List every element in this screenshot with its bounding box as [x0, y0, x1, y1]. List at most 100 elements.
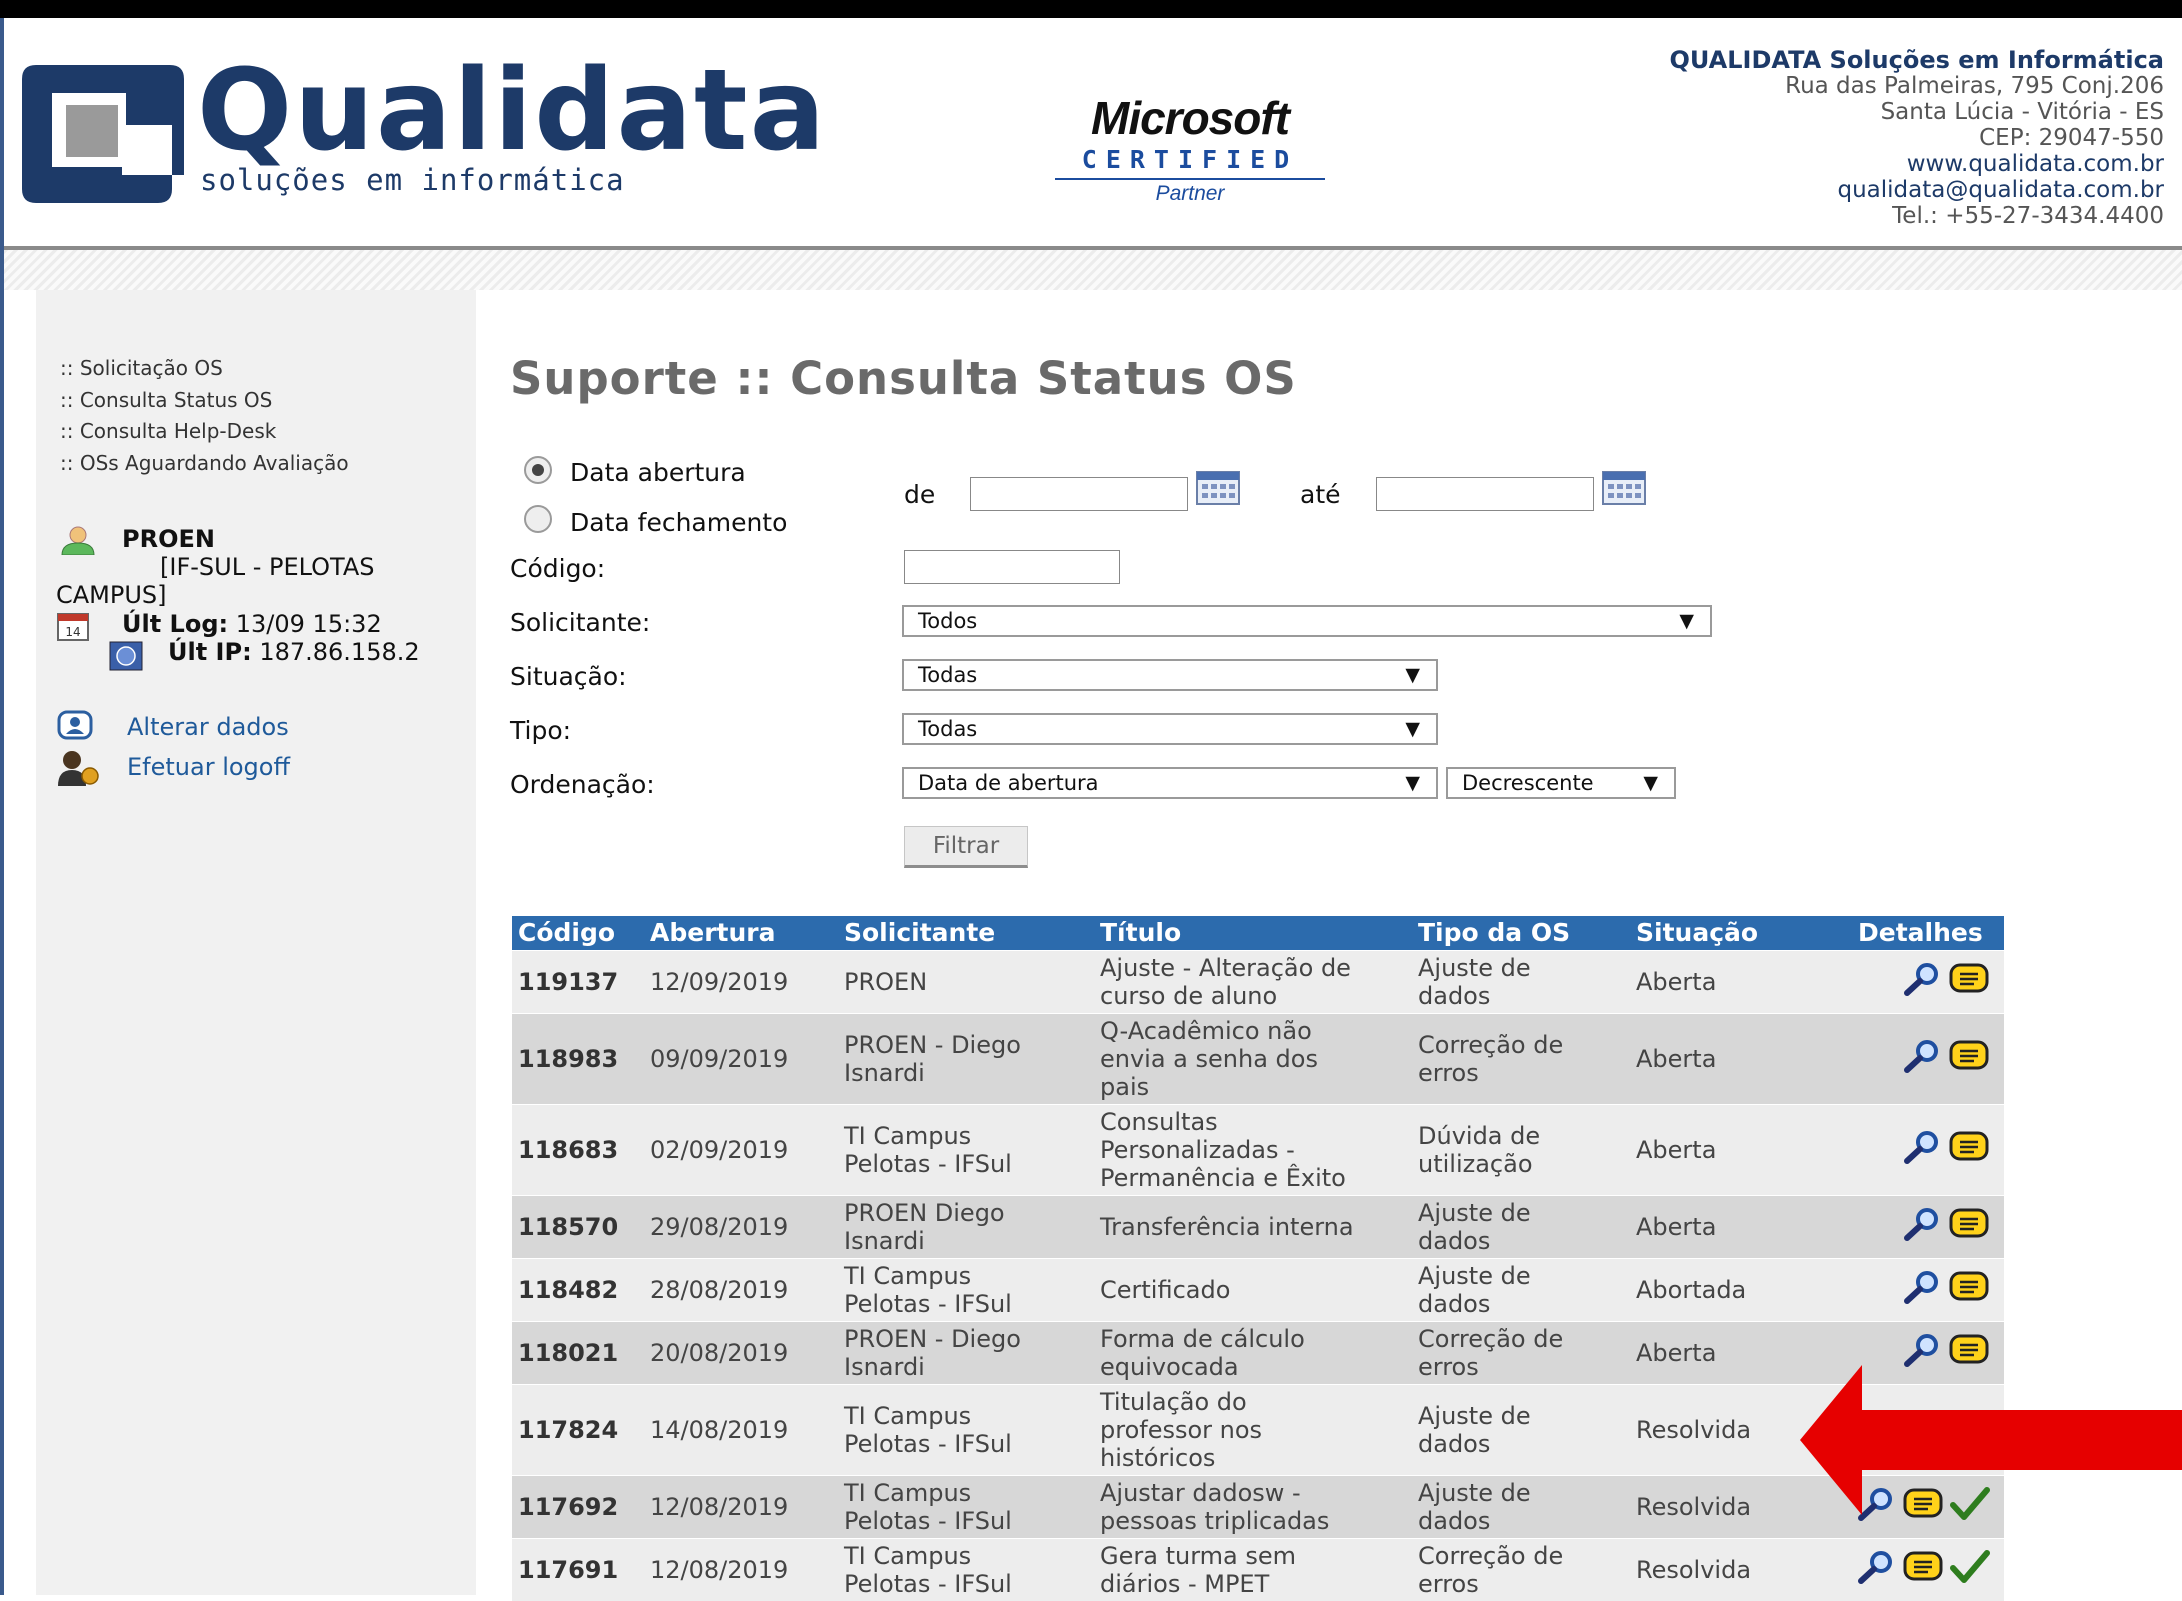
os-opened-date: 12/09/2019	[650, 968, 789, 996]
menu-item-consulta-help-desk[interactable]: :: Consulta Help-Desk	[60, 416, 349, 448]
os-title-line: professor nos	[1100, 1416, 1263, 1444]
radio-data-fechamento-label: Data fechamento	[570, 508, 788, 537]
os-code: 118983	[518, 1045, 619, 1073]
os-requester-line: Pelotas - IFSul	[844, 1570, 1012, 1598]
os-requester: PROEN - Diego Isnardi	[844, 1325, 1021, 1381]
os-type: Ajuste de dados	[1418, 1199, 1531, 1255]
chevron-down-icon: ▼	[1643, 772, 1658, 794]
notes-icon[interactable]	[1948, 1207, 1990, 1241]
os-code: 118683	[518, 1136, 619, 1164]
os-requester-line: PROEN - Diego	[844, 1325, 1021, 1353]
menu-item-solicitacao-os[interactable]: :: Solicitação OS	[60, 353, 349, 385]
table-row[interactable]: 117824 14/08/2019 TI Campus Pelotas - IFSul…	[512, 1384, 2004, 1475]
table-row[interactable]: 118983 09/09/2019 PROEN - Diego Isnardi Q-Ac…	[512, 1013, 2004, 1104]
magnifier-icon[interactable]	[1902, 1039, 1942, 1073]
notes-icon[interactable]	[1948, 1333, 1990, 1367]
os-requester-line: Isnardi	[844, 1227, 925, 1255]
notes-icon[interactable]	[1902, 1550, 1944, 1584]
os-title-line: Titulação do	[1100, 1388, 1247, 1416]
ordenacao-value: Data de abertura	[918, 771, 1099, 795]
calendar-icon: 14	[57, 613, 89, 641]
table-row[interactable]: 119137 12/09/2019 PROEN Ajuste - Alteração …	[512, 950, 2004, 1013]
menu-item-oss-aguardando[interactable]: :: OSs Aguardando Avaliação	[60, 448, 349, 480]
col-codigo[interactable]: Código	[518, 918, 615, 947]
calendar-picker-icon[interactable]	[1602, 471, 1646, 505]
last-ip-value: 187.86.158.2	[259, 638, 420, 666]
col-situacao[interactable]: Situação	[1636, 918, 1758, 947]
os-title-line: curso de aluno	[1100, 982, 1278, 1010]
os-requester-line: Isnardi	[844, 1059, 925, 1087]
magnifier-icon[interactable]	[1856, 1550, 1896, 1584]
ordenacao-select[interactable]: Data de abertura ▼	[902, 767, 1438, 799]
solicitante-select[interactable]: Todos ▼	[902, 605, 1712, 637]
col-titulo[interactable]: Título	[1100, 918, 1181, 947]
table-row[interactable]: 118021 20/08/2019 PROEN - Diego Isnardi Form…	[512, 1321, 2004, 1384]
col-abertura[interactable]: Abertura	[650, 918, 775, 947]
table-row[interactable]: 117691 12/08/2019 TI Campus Pelotas - IFSul…	[512, 1538, 2004, 1601]
notes-icon[interactable]	[1948, 1270, 1990, 1304]
magnifier-icon[interactable]	[1902, 962, 1942, 996]
situacao-select[interactable]: Todas ▼	[902, 659, 1438, 691]
contact-email[interactable]: qualidata@qualidata.com.br	[1670, 177, 2164, 203]
os-type-line: erros	[1418, 1059, 1479, 1087]
os-opened-date: 12/08/2019	[650, 1556, 789, 1584]
contact-title: QUALIDATA Soluções em Informática	[1669, 46, 2164, 74]
magnifier-icon[interactable]	[1902, 1207, 1942, 1241]
calendar-picker-icon[interactable]	[1196, 471, 1240, 505]
os-opened-date: 09/09/2019	[650, 1045, 789, 1073]
magnifier-icon[interactable]	[1902, 1130, 1942, 1164]
os-status: Aberta	[1636, 968, 1717, 996]
date-to-label: até	[1300, 480, 1341, 509]
os-code: 118482	[518, 1276, 619, 1304]
table-row[interactable]: 118482 28/08/2019 TI Campus Pelotas - IFSul…	[512, 1258, 2004, 1321]
ms-rule	[1055, 178, 1325, 180]
logoff-link[interactable]: Efetuar logoff	[127, 753, 290, 781]
os-title-line: Personalizadas -	[1100, 1136, 1295, 1164]
os-title: Gera turma sem diários - MPET	[1100, 1542, 1296, 1598]
os-title: Q-Acadêmico não envia a senha dos pais	[1100, 1017, 1318, 1101]
table-row[interactable]: 118683 02/09/2019 TI Campus Pelotas - IFSul…	[512, 1104, 2004, 1195]
profile-edit-icon[interactable]	[56, 709, 96, 743]
col-tipo[interactable]: Tipo da OS	[1418, 918, 1570, 947]
col-solicitante[interactable]: Solicitante	[844, 918, 995, 947]
sidebar	[36, 290, 476, 1595]
os-requester: TI Campus Pelotas - IFSul	[844, 1122, 1012, 1178]
ordem-select[interactable]: Decrescente ▼	[1446, 767, 1676, 799]
date-to-input[interactable]	[1376, 477, 1594, 511]
table-row[interactable]: 118570 29/08/2019 PROEN Diego Isnardi Transf…	[512, 1195, 2004, 1258]
date-from-input[interactable]	[970, 477, 1188, 511]
codigo-input[interactable]	[904, 550, 1120, 584]
last-login-value: 13/09 15:32	[235, 610, 382, 638]
tipo-select[interactable]: Todas ▼	[902, 713, 1438, 745]
globe-icon	[109, 641, 143, 671]
magnifier-icon[interactable]	[1902, 1333, 1942, 1367]
logoff-icon[interactable]	[56, 748, 102, 788]
notes-icon[interactable]	[1948, 1130, 1990, 1164]
notes-icon[interactable]	[1948, 962, 1990, 996]
os-opened-date: 20/08/2019	[650, 1339, 789, 1367]
contact-website[interactable]: www.qualidata.com.br	[1670, 151, 2164, 177]
os-type-line: Ajuste de	[1418, 1402, 1531, 1430]
os-code: 118570	[518, 1213, 619, 1241]
date-from-label: de	[904, 480, 936, 509]
magnifier-icon[interactable]	[1902, 1270, 1942, 1304]
contact-cep: CEP: 29047-550	[1979, 125, 2164, 151]
table-row[interactable]: 117692 12/08/2019 TI Campus Pelotas - IFSul…	[512, 1475, 2004, 1538]
filter-button[interactable]: Filtrar	[904, 826, 1028, 868]
os-requester-line: TI Campus	[844, 1542, 972, 1570]
notes-icon[interactable]	[1948, 1039, 1990, 1073]
checkmark-icon[interactable]	[1950, 1550, 1990, 1584]
codigo-label: Código:	[510, 554, 606, 583]
solicitante-value: Todos	[918, 609, 978, 633]
alter-data-link[interactable]: Alterar dados	[127, 713, 289, 741]
menu-item-consulta-status-os[interactable]: :: Consulta Status OS	[60, 385, 349, 417]
os-title: Transferência interna	[1100, 1213, 1354, 1241]
ms-partner: Partner	[1155, 182, 1225, 205]
os-type-line: dados	[1418, 982, 1491, 1010]
radio-data-fechamento[interactable]	[524, 505, 552, 533]
os-type: Ajuste de dados	[1418, 1262, 1531, 1318]
os-title-line: diários - MPET	[1100, 1570, 1270, 1598]
page-title: Suporte :: Consulta Status OS	[510, 352, 1297, 405]
os-type: Correção de erros	[1418, 1542, 1563, 1598]
radio-data-abertura[interactable]	[524, 456, 552, 484]
